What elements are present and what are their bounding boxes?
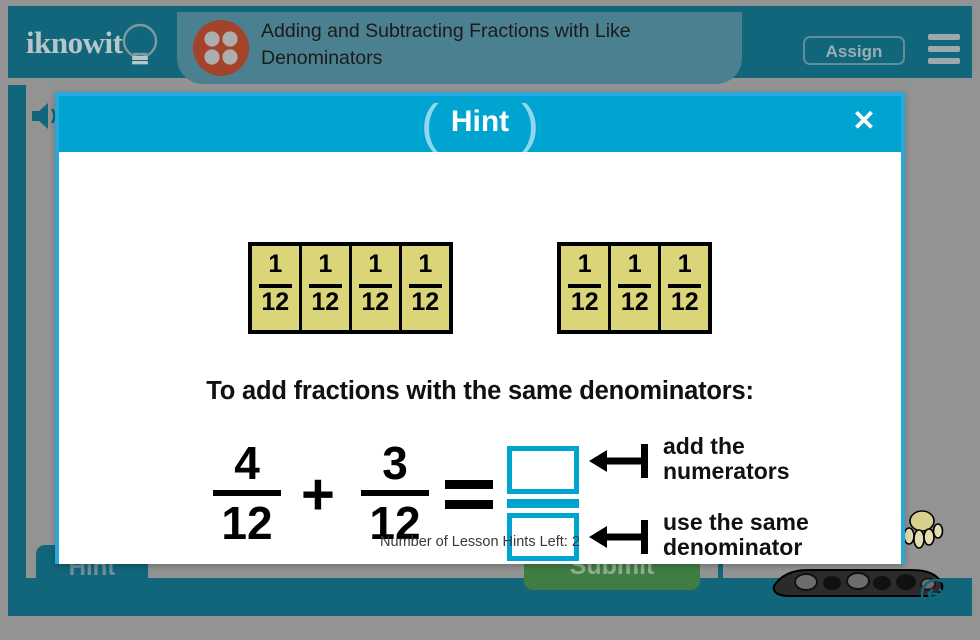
note-line-1: use the same bbox=[663, 509, 809, 535]
paw-graphic-icon bbox=[903, 510, 944, 549]
plus-operator: + bbox=[301, 462, 335, 527]
modal-title-bar: ( Hint ) ✕ bbox=[59, 96, 901, 152]
left-fraction: 4 12 bbox=[209, 438, 285, 548]
note-numerators-text: add the numerators bbox=[663, 434, 853, 484]
tile-denominator: 12 bbox=[620, 288, 649, 316]
right-paren-decoration: ) bbox=[521, 94, 540, 154]
fraction-tile: 1 12 bbox=[401, 246, 449, 330]
assign-button[interactable]: Assign bbox=[803, 36, 905, 65]
resize-horizontal-icon[interactable] bbox=[920, 578, 952, 610]
tile-numerator: 1 bbox=[577, 250, 592, 278]
logo-text: iknowit bbox=[26, 25, 123, 60]
hints-left-counter: Number of Lesson Hints Left: 2 bbox=[380, 534, 580, 550]
tile-numerator: 1 bbox=[318, 250, 333, 278]
tile-denominator: 12 bbox=[311, 288, 340, 316]
modal-title: ( Hint ) bbox=[421, 97, 539, 151]
left-fraction-bar bbox=[213, 490, 281, 496]
modal-title-wrap: ( Hint ) bbox=[59, 96, 901, 152]
tile-denominator: 12 bbox=[261, 288, 290, 316]
tile-denominator: 12 bbox=[570, 288, 599, 316]
instruction-text: To add fractions with the same denominat… bbox=[206, 377, 754, 405]
modal-title-text: Hint bbox=[450, 105, 510, 138]
stage-left-rail bbox=[8, 85, 26, 591]
tile-numerator: 1 bbox=[418, 250, 433, 278]
tile-numerator: 1 bbox=[677, 250, 692, 278]
note-line-2: numerators bbox=[663, 458, 790, 484]
answer-fraction-bar bbox=[507, 499, 579, 508]
left-paren-decoration: ( bbox=[420, 94, 439, 154]
fraction-tile: 1 12 bbox=[251, 246, 302, 330]
hamburger-menu-icon[interactable] bbox=[928, 34, 960, 65]
tile-denominator: 12 bbox=[670, 288, 699, 316]
right-numerator: 3 bbox=[382, 437, 408, 489]
tank-tread-graphic-icon bbox=[772, 569, 944, 597]
tile-numerator: 1 bbox=[368, 250, 383, 278]
page-title: Adding and Subtracting Fractions with Li… bbox=[261, 20, 631, 69]
right-fraction-bar bbox=[361, 490, 429, 496]
fraction-tile: 1 12 bbox=[661, 246, 709, 330]
tile-denominator: 12 bbox=[361, 288, 390, 316]
note-line-1: add the bbox=[663, 433, 745, 459]
fraction-tile: 1 12 bbox=[351, 246, 402, 330]
fraction-tile-row: 1 12 1 12 1 12 1 12 1 12 1 12 1 12 bbox=[59, 242, 901, 334]
left-arrow-icon bbox=[589, 444, 648, 478]
iknowit-logo[interactable]: iknowit bbox=[22, 20, 182, 68]
fraction-tile: 1 12 bbox=[301, 246, 352, 330]
right-fraction: 3 12 bbox=[357, 438, 433, 548]
lightbulb-icon bbox=[122, 23, 158, 65]
tile-numerator: 1 bbox=[627, 250, 642, 278]
fraction-tile-group-1: 1 12 1 12 1 12 1 12 bbox=[247, 242, 453, 334]
hint-modal: ( Hint ) ✕ 1 12 1 12 1 12 1 12 1 12 1 12… bbox=[55, 92, 905, 564]
fraction-tile-group-2: 1 12 1 12 1 12 bbox=[557, 242, 713, 334]
fraction-tile: 1 12 bbox=[611, 246, 662, 330]
app-window: iknowit Adding and Subtracting Fractions… bbox=[0, 0, 980, 640]
app-header: iknowit Adding and Subtracting Fractions… bbox=[8, 6, 972, 84]
modal-body: 1 12 1 12 1 12 1 12 1 12 1 12 1 12 To ad… bbox=[59, 152, 901, 564]
tile-denominator: 12 bbox=[411, 288, 440, 316]
tile-numerator: 1 bbox=[268, 250, 283, 278]
close-icon[interactable]: ✕ bbox=[847, 104, 881, 138]
equals-operator bbox=[445, 480, 493, 520]
fraction-tile: 1 12 bbox=[561, 246, 612, 330]
answer-numerator-box[interactable] bbox=[507, 446, 579, 494]
four-dot-circle-icon bbox=[193, 20, 249, 76]
left-numerator: 4 bbox=[234, 437, 260, 489]
